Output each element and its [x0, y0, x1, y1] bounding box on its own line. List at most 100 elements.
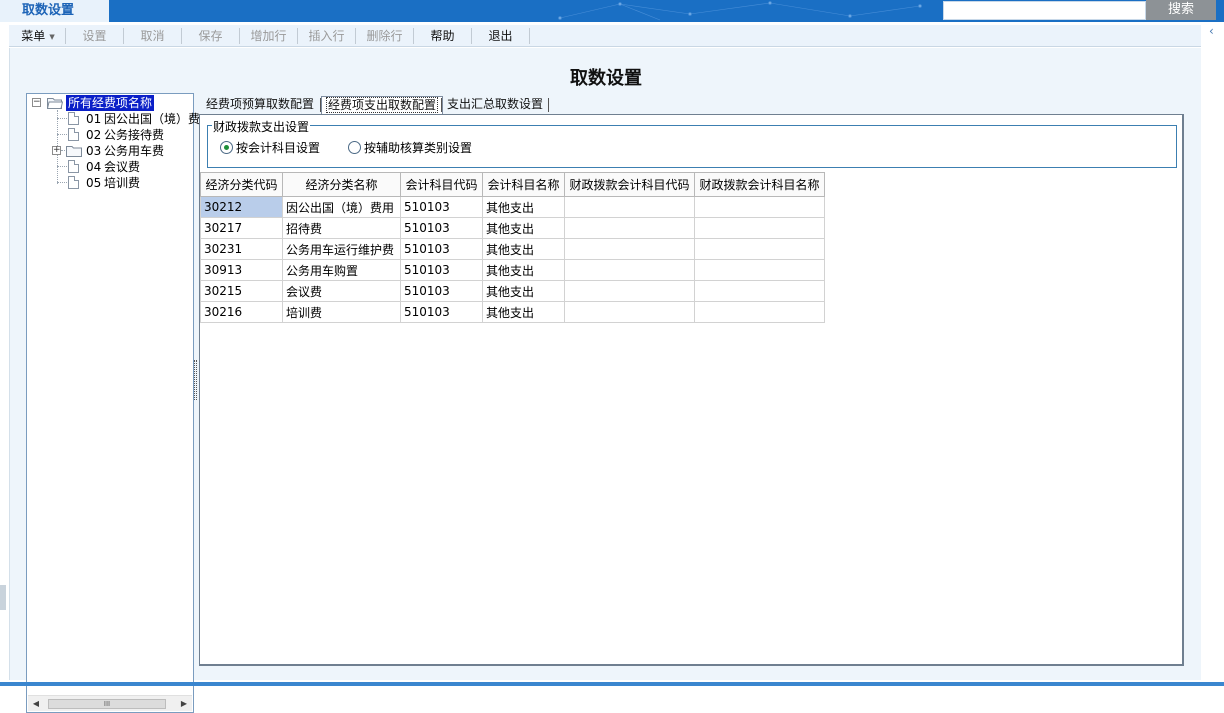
- tree-item-05[interactable]: 05 培训费: [27, 175, 193, 191]
- table-row[interactable]: 30217 招待费 510103 其他支出: [200, 217, 825, 239]
- table-cell[interactable]: 其他支出: [482, 280, 565, 302]
- column-header[interactable]: 会计科目代码: [400, 172, 483, 197]
- tab-summary-config[interactable]: 支出汇总取数设置: [443, 96, 547, 114]
- table-cell[interactable]: 其他支出: [482, 196, 565, 218]
- toolbar-separator: [297, 28, 298, 44]
- tree-item-04[interactable]: 04 会议费: [27, 159, 193, 175]
- table-cell[interactable]: 因公出国（境）费用: [282, 196, 401, 218]
- table-cell[interactable]: 其他支出: [482, 259, 565, 281]
- radio-label: 按会计科目设置: [236, 141, 321, 155]
- table-cell[interactable]: [564, 238, 695, 260]
- table-cell[interactable]: [564, 196, 695, 218]
- collapse-arrow-icon[interactable]: ‹: [1209, 24, 1214, 38]
- table-cell[interactable]: 510103: [400, 196, 483, 218]
- table-cell[interactable]: 30913: [200, 259, 283, 281]
- search-input[interactable]: [943, 1, 1146, 20]
- tab-label: 支出汇总取数设置: [447, 97, 544, 111]
- table-cell[interactable]: [694, 259, 825, 281]
- table-cell[interactable]: 510103: [400, 217, 483, 239]
- toolbar-separator: [123, 28, 124, 44]
- app-title-tab[interactable]: 取数设置: [0, 0, 109, 22]
- table-cell[interactable]: [694, 301, 825, 323]
- table-cell[interactable]: 30215: [200, 280, 283, 302]
- toolbar-separator: [65, 28, 66, 44]
- radio-label: 按辅助核算类别设置: [364, 141, 473, 155]
- tab-budget-config[interactable]: 经费项预算取数配置: [202, 96, 318, 114]
- tree-item-01[interactable]: 01 因公出国（境）费: [27, 111, 200, 127]
- add-row-button[interactable]: 增加行: [241, 25, 296, 47]
- table-row[interactable]: 30231 公务用车运行维护费 510103 其他支出: [200, 238, 825, 260]
- table-cell[interactable]: 招待费: [282, 217, 401, 239]
- column-header[interactable]: 财政拨款会计科目名称: [694, 172, 825, 197]
- menu-caret-icon: ▼: [49, 33, 55, 41]
- radio-checked-icon[interactable]: [220, 141, 233, 154]
- fiscal-expense-settings-group: 财政拨款支出设置 按会计科目设置 按辅助核算类别设置: [207, 118, 1177, 168]
- menu-dropdown-button[interactable]: 菜单 ▼: [13, 25, 63, 47]
- scroll-left-icon[interactable]: ◀: [28, 696, 44, 712]
- table-cell[interactable]: 30212: [200, 196, 283, 218]
- table-cell[interactable]: [694, 280, 825, 302]
- toolbar-separator: [239, 28, 240, 44]
- table-cell[interactable]: 公务用车购置: [282, 259, 401, 281]
- table-cell[interactable]: [694, 217, 825, 239]
- cancel-button[interactable]: 取消: [125, 25, 180, 47]
- table-cell[interactable]: 510103: [400, 259, 483, 281]
- tree-item-02[interactable]: 02 公务接待费: [27, 127, 193, 143]
- tree-root[interactable]: − 所有经费项名称: [27, 95, 193, 111]
- table-row[interactable]: 30913 公务用车购置 510103 其他支出: [200, 259, 825, 281]
- table-cell[interactable]: [564, 301, 695, 323]
- tab-separator: [548, 98, 549, 112]
- exit-button[interactable]: 退出: [473, 25, 528, 47]
- document-icon: [68, 176, 79, 189]
- tree-item-code: 05: [86, 176, 102, 190]
- table-cell[interactable]: [694, 238, 825, 260]
- table-cell[interactable]: 其他支出: [482, 238, 565, 260]
- table-cell[interactable]: 会议费: [282, 280, 401, 302]
- tree-item-03[interactable]: + 03 公务用车费: [27, 143, 193, 159]
- save-button[interactable]: 保存: [183, 25, 238, 47]
- table-cell[interactable]: 510103: [400, 238, 483, 260]
- column-header[interactable]: 财政拨款会计科目代码: [564, 172, 695, 197]
- tab-separator: [441, 98, 442, 112]
- table-cell[interactable]: 30217: [200, 217, 283, 239]
- table-cell[interactable]: 其他支出: [482, 301, 565, 323]
- table-cell[interactable]: [564, 280, 695, 302]
- table-row[interactable]: 30212 因公出国（境）费用 510103 其他支出: [200, 196, 825, 218]
- table-cell[interactable]: 培训费: [282, 301, 401, 323]
- table-cell[interactable]: [564, 259, 695, 281]
- tree-item-label: 公务接待费: [104, 128, 165, 142]
- table-cell[interactable]: 510103: [400, 301, 483, 323]
- table-cell[interactable]: 510103: [400, 280, 483, 302]
- table-row[interactable]: 30215 会议费 510103 其他支出: [200, 280, 825, 302]
- table-cell[interactable]: 30231: [200, 238, 283, 260]
- table-row[interactable]: 30216 培训费 510103 其他支出: [200, 301, 825, 323]
- column-header[interactable]: 会计科目名称: [482, 172, 565, 197]
- expand-toggle-icon[interactable]: +: [52, 146, 61, 155]
- account-mapping-grid: 经济分类代码 经济分类名称 会计科目代码 会计科目名称 财政拨款会计科目代码 财…: [200, 172, 825, 323]
- toolbar-separator: [471, 28, 472, 44]
- insert-row-button[interactable]: 插入行: [299, 25, 354, 47]
- panel-splitter[interactable]: [194, 360, 197, 400]
- table-cell[interactable]: [564, 217, 695, 239]
- scroll-right-icon[interactable]: ▶: [176, 696, 192, 712]
- settings-button[interactable]: 设置: [67, 25, 122, 47]
- table-cell[interactable]: 30216: [200, 301, 283, 323]
- table-cell[interactable]: [694, 196, 825, 218]
- folder-icon: [66, 146, 82, 157]
- help-button[interactable]: 帮助: [415, 25, 470, 47]
- tree-item-label: 因公出国（境）费: [104, 112, 201, 126]
- delete-row-button[interactable]: 删除行: [357, 25, 412, 47]
- radio-unchecked-icon[interactable]: [348, 141, 361, 154]
- tree-root-label: 所有经费项名称: [66, 95, 155, 111]
- table-cell[interactable]: 其他支出: [482, 217, 565, 239]
- tree-horizontal-scrollbar[interactable]: ◀ III ▶: [28, 695, 192, 711]
- collapse-toggle-icon[interactable]: −: [32, 98, 41, 107]
- scroll-thumb[interactable]: III: [48, 699, 166, 709]
- document-icon: [68, 160, 79, 173]
- table-cell[interactable]: 公务用车运行维护费: [282, 238, 401, 260]
- column-header[interactable]: 经济分类代码: [200, 172, 283, 197]
- left-edge-handle: [0, 585, 6, 610]
- search-button[interactable]: 搜索: [1146, 0, 1216, 20]
- column-header[interactable]: 经济分类名称: [282, 172, 401, 197]
- tab-expense-config[interactable]: 经费项支出取数配置: [321, 96, 444, 114]
